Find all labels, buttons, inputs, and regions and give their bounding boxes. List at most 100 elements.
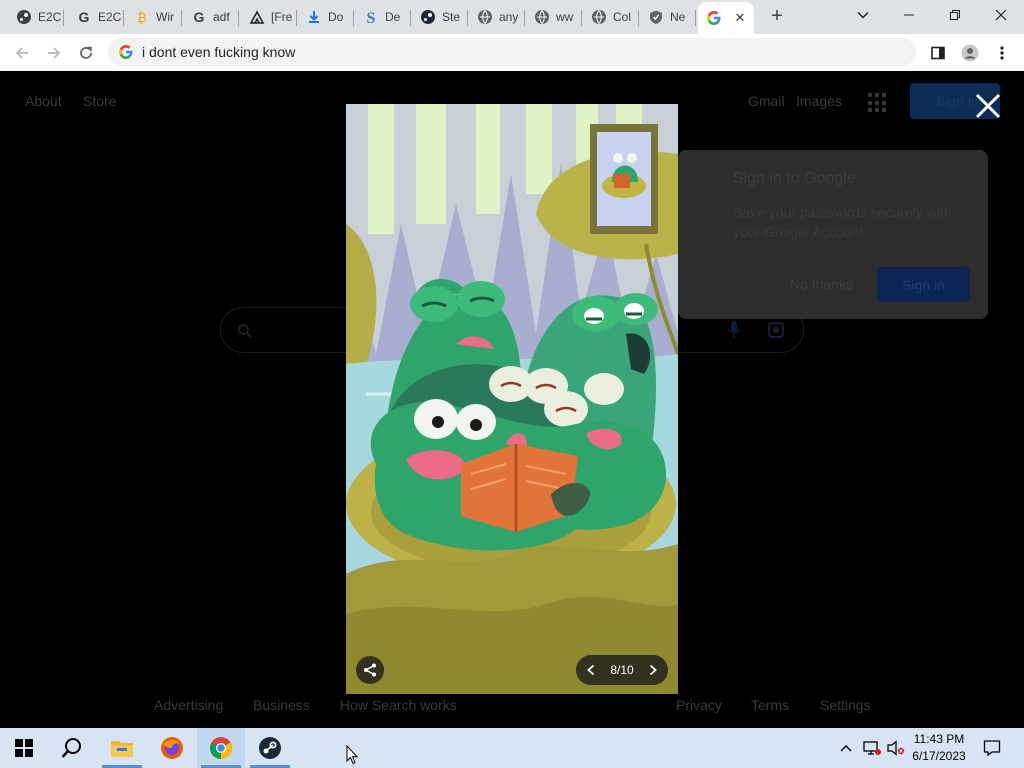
chevron-up-icon	[840, 745, 852, 752]
restore-icon	[950, 10, 960, 20]
image-counter: 8/10	[610, 663, 634, 677]
start-button[interactable]	[0, 728, 48, 768]
tab-3[interactable]: ₿ Wir	[126, 4, 182, 30]
popup-body: Save your passwords securely with your G…	[733, 204, 952, 240]
google-g-icon: G	[191, 9, 207, 25]
tab-label: ww	[556, 10, 574, 24]
profile-button[interactable]	[958, 41, 982, 65]
google-g-icon	[706, 10, 722, 26]
tab-5[interactable]: [Fre	[241, 4, 297, 30]
more-vert-icon	[1000, 46, 1004, 60]
side-panel-button[interactable]	[926, 41, 950, 65]
address-text: i dont even fucking know	[142, 44, 296, 60]
restore-button[interactable]	[942, 4, 968, 26]
tab-9[interactable]: any	[469, 4, 525, 30]
tab-label: [Fre	[271, 10, 293, 24]
chrome-icon	[210, 737, 232, 759]
chevron-left-icon[interactable]	[586, 664, 596, 676]
microphone-icon[interactable]	[727, 320, 741, 340]
network-status-button[interactable]	[860, 728, 884, 768]
camera-lens-icon[interactable]	[767, 321, 785, 339]
tab-label: Do	[328, 10, 344, 24]
share-icon	[364, 663, 376, 677]
svg-text:G: G	[79, 9, 90, 25]
chrome-taskbar-button[interactable]	[197, 728, 245, 768]
steam-icon	[420, 9, 436, 25]
back-button[interactable]	[10, 41, 34, 65]
footer-link-advertising[interactable]: Advertising	[154, 697, 223, 713]
globe-icon	[477, 9, 493, 25]
svg-text:G: G	[194, 9, 205, 25]
footer-link-business[interactable]: Business	[253, 697, 310, 713]
tab-10[interactable]: ww	[526, 4, 582, 30]
images-link[interactable]: Images	[796, 93, 842, 109]
footer-link-privacy[interactable]: Privacy	[676, 697, 722, 713]
popup-title: Sign in to Google	[733, 170, 856, 187]
tab-search-button[interactable]	[850, 4, 876, 26]
apps-grid-icon[interactable]	[868, 93, 888, 113]
bitcoin-icon: ₿	[134, 9, 150, 25]
close-icon	[995, 9, 1007, 21]
tab-label: E2C	[98, 10, 122, 24]
search-taskbar-button[interactable]	[48, 728, 96, 768]
sign-in-popup: Sign in to Google Save your passwords se…	[678, 150, 988, 319]
triangle-site-icon	[249, 9, 265, 25]
firefox-taskbar-button[interactable]	[148, 728, 196, 768]
steam-icon	[16, 9, 32, 25]
menu-button[interactable]	[990, 41, 1014, 65]
minimize-button[interactable]	[896, 4, 922, 26]
steam-taskbar-button[interactable]	[246, 728, 294, 768]
footer-link-settings[interactable]: Settings	[820, 697, 871, 713]
no-thanks-button[interactable]: No thanks	[790, 276, 853, 292]
mouse-cursor-icon	[346, 745, 358, 765]
side-panel-icon	[931, 46, 945, 60]
file-explorer-taskbar-button[interactable]	[98, 728, 146, 768]
new-tab-button[interactable]: +	[765, 6, 789, 28]
show-hidden-icons-button[interactable]	[836, 728, 856, 768]
steam-icon	[259, 737, 281, 759]
tab-12[interactable]: Ne	[640, 4, 696, 30]
tab-close-button[interactable]: ✕	[732, 10, 748, 26]
tab-1[interactable]: E2C	[8, 4, 64, 30]
windows-taskbar: 11:43 PM 6/17/2023	[0, 728, 1024, 768]
popup-sign-in-button[interactable]: Sign in	[877, 267, 970, 302]
footer-link-how-search-works[interactable]: How Search works	[340, 697, 457, 713]
folder-icon	[111, 741, 133, 757]
tab-6[interactable]: Do	[298, 4, 354, 30]
reload-button[interactable]	[74, 41, 98, 65]
notification-icon	[983, 740, 1001, 757]
tab-2[interactable]: G E2C	[68, 4, 124, 30]
footer-link-terms[interactable]: Terms	[751, 697, 789, 713]
svg-text:₿: ₿	[137, 10, 147, 25]
reload-icon	[80, 46, 93, 59]
search-icon	[238, 324, 252, 338]
tab-8[interactable]: Ste	[412, 4, 468, 30]
firefox-icon	[161, 737, 183, 759]
system-clock[interactable]: 11:43 PM 6/17/2023	[904, 731, 974, 765]
tab-7[interactable]: S De	[355, 4, 411, 30]
arrow-left-icon	[15, 47, 28, 59]
browser-toolbar: i dont even fucking know	[0, 34, 1024, 71]
notifications-button[interactable]	[980, 728, 1004, 768]
tab-4[interactable]: G adf	[183, 4, 239, 30]
lightbox-close-button[interactable]	[972, 90, 1004, 122]
profile-avatar-icon	[961, 44, 979, 62]
chevron-right-icon[interactable]	[648, 664, 658, 676]
tab-11[interactable]: Col	[583, 4, 639, 30]
about-link[interactable]: About	[25, 93, 62, 109]
close-window-button[interactable]	[988, 4, 1014, 26]
forward-button[interactable]	[42, 41, 66, 65]
share-button[interactable]	[356, 656, 384, 684]
tab-label: any	[499, 10, 519, 24]
globe-icon	[534, 9, 550, 25]
address-bar[interactable]: i dont even fucking know	[108, 38, 916, 66]
tab-label: De	[385, 10, 401, 24]
tab-active[interactable]: ✕	[698, 2, 754, 34]
store-link[interactable]: Store	[83, 93, 116, 109]
volume-muted-icon	[887, 740, 905, 756]
shield-icon	[648, 9, 664, 25]
arrow-right-icon	[48, 47, 61, 59]
clock-date: 6/17/2023	[912, 749, 966, 763]
gmail-link[interactable]: Gmail	[748, 93, 785, 109]
clock-time: 11:43 PM	[913, 732, 965, 746]
